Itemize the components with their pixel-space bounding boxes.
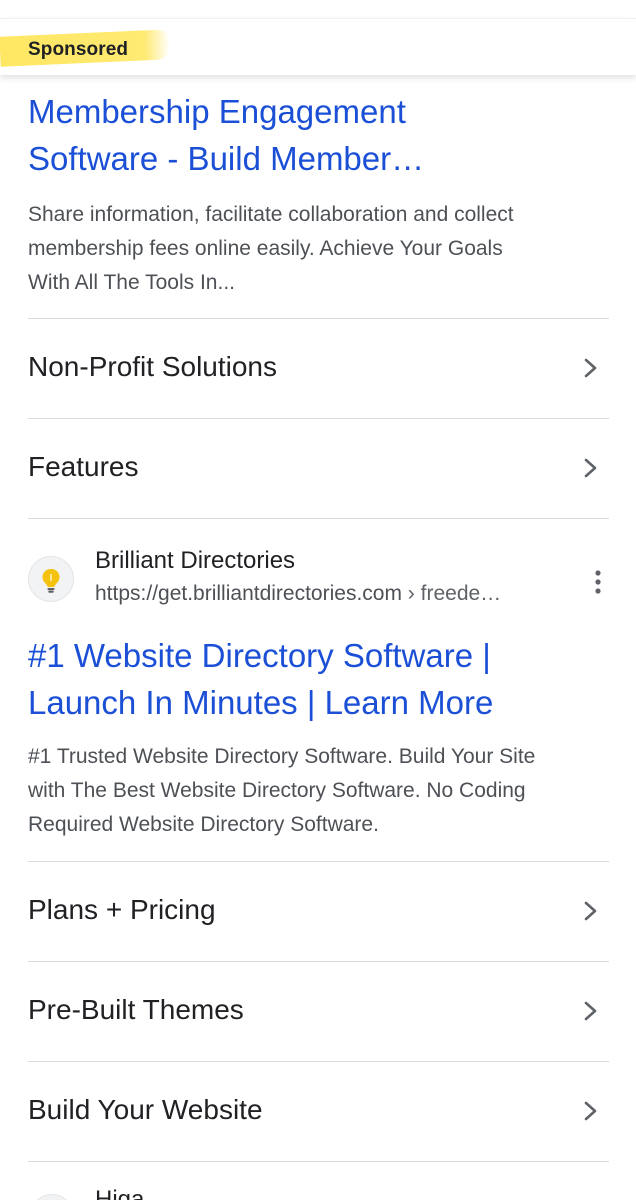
sitelink-label: Features <box>28 451 139 482</box>
chevron-right-icon <box>584 358 597 378</box>
sitelink-pre-built-themes[interactable]: Pre-Built Themes <box>0 962 636 1061</box>
ad-desc-line: with The Best Website Directory Software… <box>28 779 526 802</box>
sponsored-label: Sponsored <box>28 39 129 60</box>
sitelink-build-your-website[interactable]: Build Your Website <box>0 1062 636 1161</box>
ad-desc-line: #1 Trusted Website Directory Software. B… <box>28 745 536 768</box>
divider <box>28 1161 609 1162</box>
site-favicon[interactable] <box>28 556 74 602</box>
sitelink-label: Pre-Built Themes <box>28 994 244 1025</box>
chevron-right-icon <box>584 458 597 478</box>
ad-title-link[interactable]: #1 Website Directory Software | Launch I… <box>28 632 608 726</box>
ad-description: #1 Trusted Website Directory Software. B… <box>28 740 613 842</box>
search-results-page: Sponsored Membership Engagement Software… <box>0 0 636 1200</box>
sitelink-label: Plans + Pricing <box>28 894 216 925</box>
more-vert-icon[interactable] <box>588 568 608 598</box>
chevron-right-icon <box>584 1101 597 1121</box>
chevron-right-icon <box>584 901 597 921</box>
divider <box>28 518 609 519</box>
ad-desc-line: With All The Tools In... <box>28 271 235 294</box>
ad-title-line: #1 Website Directory Software | <box>28 637 491 674</box>
sitelink-label: Non-Profit Solutions <box>28 351 278 382</box>
sitelink-non-profit-solutions[interactable]: Non-Profit Solutions <box>0 319 636 418</box>
ad-desc-line: Share information, facilitate collaborat… <box>28 203 514 226</box>
advertiser-name[interactable]: Higa... <box>95 1186 164 1200</box>
advertiser-name[interactable]: Brilliant Directories <box>95 547 295 575</box>
advertiser-url[interactable]: https://get.brilliantdirectories.com › f… <box>95 582 575 606</box>
ad-description: Share information, facilitate collaborat… <box>28 198 613 300</box>
ad-title-line: Membership Engagement <box>28 93 406 130</box>
sponsored-header: Sponsored <box>0 18 636 75</box>
url-domain: https://get.brilliantdirectories.com <box>95 582 402 605</box>
ad-desc-line: membership fees online easily. Achieve Y… <box>28 237 503 260</box>
ad-desc-line: Required Website Directory Software. <box>28 813 379 836</box>
ad-title-link[interactable]: Membership Engagement Software - Build M… <box>28 88 608 182</box>
ad-title-line: Launch In Minutes | Learn More <box>28 684 494 721</box>
sitelink-label: Build Your Website <box>28 1094 263 1125</box>
sitelink-features[interactable]: Features <box>0 419 636 518</box>
ad-title-line: Software - Build Member… <box>28 140 425 177</box>
chevron-right-icon <box>584 1001 597 1021</box>
site-favicon[interactable] <box>30 1194 74 1200</box>
url-breadcrumb: › freede… <box>401 582 502 605</box>
lightbulb-icon <box>42 569 60 593</box>
sitelink-plans-pricing[interactable]: Plans + Pricing <box>0 862 636 961</box>
